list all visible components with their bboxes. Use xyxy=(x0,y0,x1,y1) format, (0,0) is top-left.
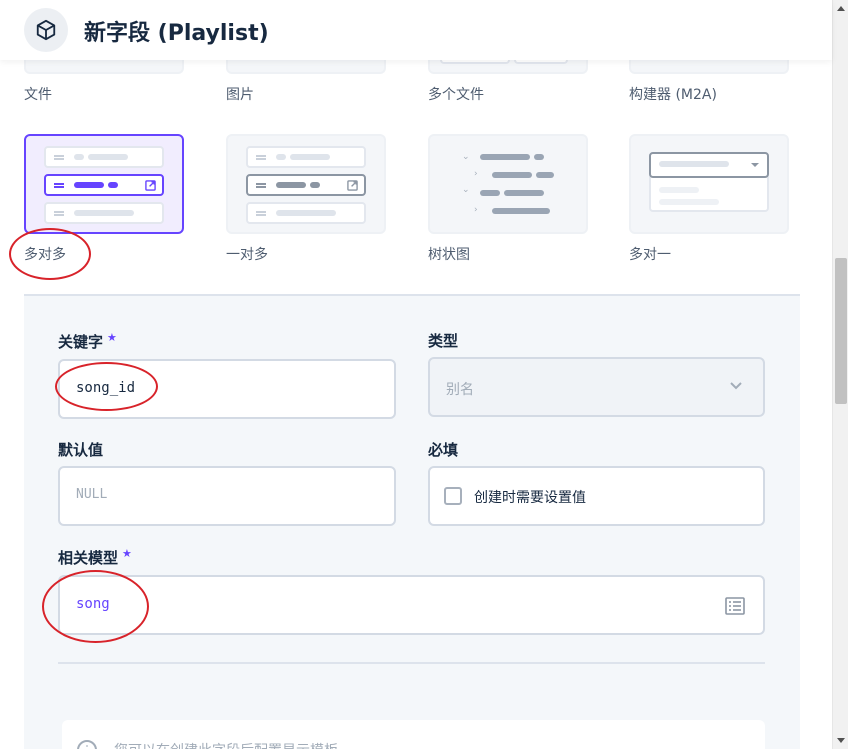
type-tile-m2o[interactable] xyxy=(629,134,789,234)
type-label-tree: 树状图 xyxy=(428,247,470,263)
preview-row xyxy=(44,202,164,224)
default-value-input[interactable]: NULL xyxy=(58,466,396,526)
type-tile-m2m[interactable] xyxy=(24,134,184,234)
scroll-down-arrow-icon[interactable] xyxy=(837,738,845,743)
default-value-placeholder: NULL xyxy=(76,487,108,502)
key-input-value: song_id xyxy=(76,380,136,396)
info-icon xyxy=(77,740,97,749)
type-tile-tree[interactable]: ⌄ › ⌄ › xyxy=(428,134,588,234)
required-star-icon: ★ xyxy=(107,331,117,344)
type-select-value: 别名 xyxy=(446,382,474,398)
type-select[interactable]: 别名 xyxy=(428,357,765,417)
required-field-box: 创建时需要设置值 xyxy=(428,466,765,526)
preview-row-active xyxy=(246,174,366,196)
section-divider xyxy=(58,662,765,664)
scroll-thumb[interactable] xyxy=(835,258,847,404)
chevron-down-icon xyxy=(730,382,742,390)
related-collection-value: song xyxy=(76,596,110,612)
page-title: 新字段 (Playlist) xyxy=(84,21,269,46)
required-label: 必填 xyxy=(428,441,459,459)
header-bar: 新字段 (Playlist) xyxy=(0,0,832,60)
required-checkbox-label[interactable]: 创建时需要设置值 xyxy=(474,487,586,507)
type-tile-o2m[interactable] xyxy=(226,134,386,234)
type-label-m2a: 构建器 (M2A) xyxy=(629,87,717,103)
preview-row-active xyxy=(44,174,164,196)
type-label-m2m: 多对多 xyxy=(24,247,66,263)
type-label-o2m: 一对多 xyxy=(226,247,268,263)
preview-row xyxy=(44,146,164,168)
preview-row xyxy=(246,146,366,168)
default-label: 默认值 xyxy=(58,441,104,459)
info-notice-text: 您可以在创建此字段后配置显示模板 xyxy=(114,740,338,749)
related-collection-input[interactable]: song xyxy=(58,575,765,635)
type-label: 类型 xyxy=(428,332,459,350)
type-tile-file[interactable] xyxy=(24,60,184,74)
required-star-icon: ★ xyxy=(122,547,132,560)
related-collection-label: 相关模型 ★ xyxy=(58,547,132,568)
type-label-m2o: 多对一 xyxy=(629,247,671,263)
key-input[interactable]: song_id xyxy=(58,359,396,419)
type-tile-image[interactable] xyxy=(226,60,386,74)
key-label-text: 关键字 xyxy=(58,333,104,351)
type-tile-files[interactable] xyxy=(428,58,588,74)
type-label-file: 文件 xyxy=(24,87,52,103)
type-label-files: 多个文件 xyxy=(428,87,484,103)
preview-row xyxy=(246,202,366,224)
info-notice: 您可以在创建此字段后配置显示模板 xyxy=(62,720,765,749)
scroll-up-arrow-icon[interactable] xyxy=(837,6,845,11)
key-label: 关键字 ★ xyxy=(58,331,117,352)
type-tile-m2a[interactable] xyxy=(629,60,789,74)
cube-icon xyxy=(24,8,68,52)
type-label-image: 图片 xyxy=(226,87,254,103)
vertical-scrollbar[interactable] xyxy=(832,0,848,749)
related-collection-label-text: 相关模型 xyxy=(58,549,119,567)
required-checkbox[interactable] xyxy=(444,487,462,505)
list-icon[interactable] xyxy=(725,597,745,615)
